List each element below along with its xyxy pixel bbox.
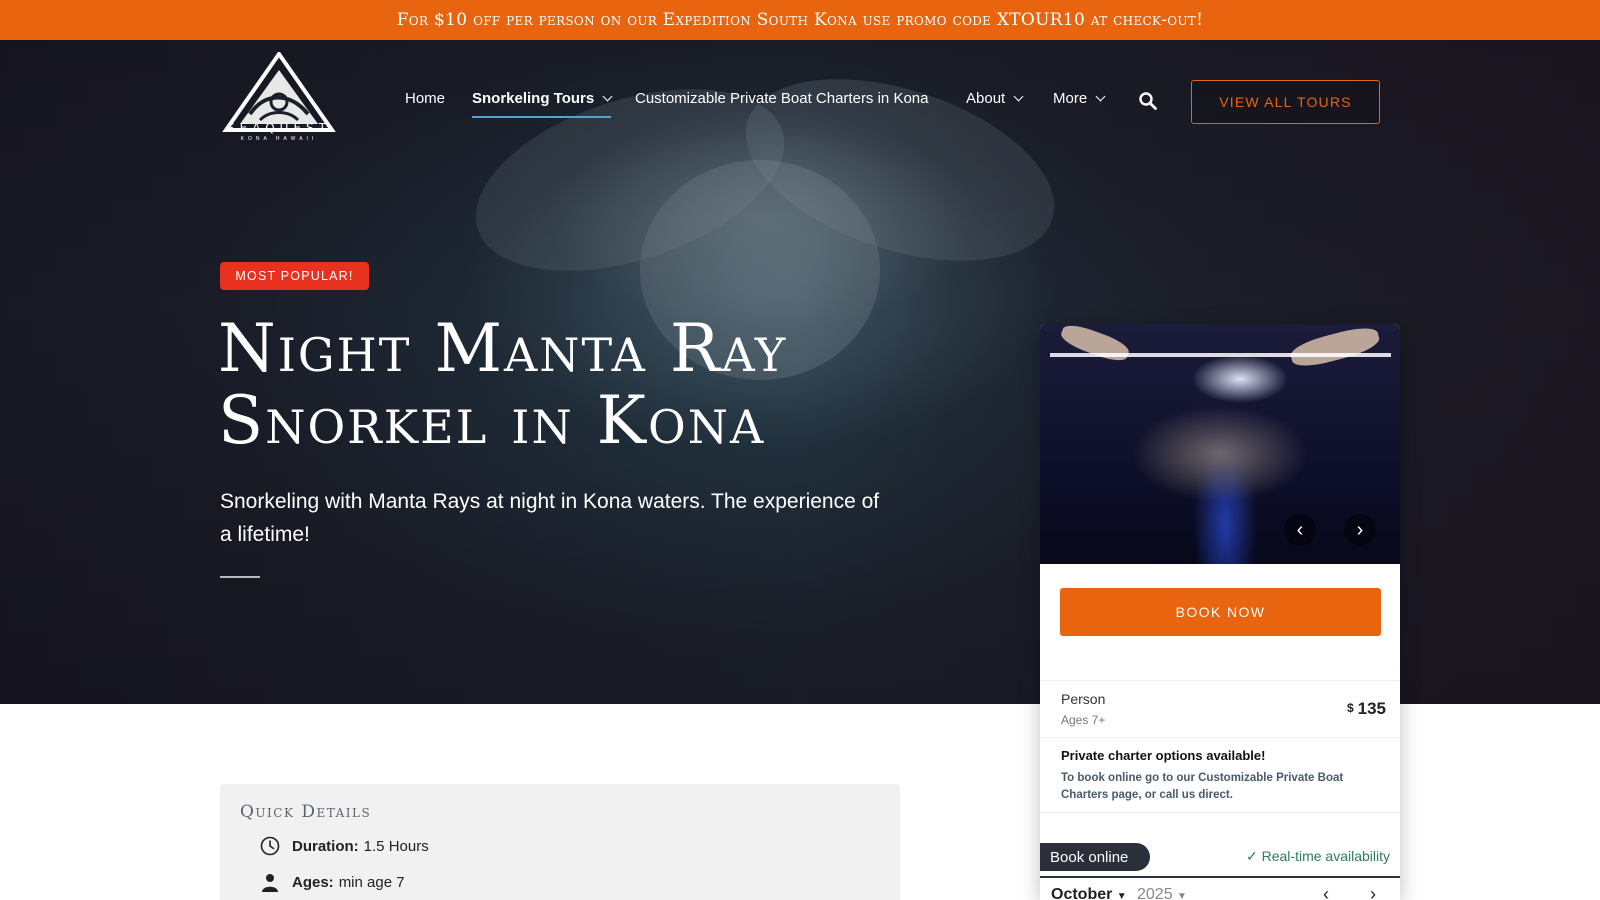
most-popular-badge: MOST POPULAR!	[220, 262, 369, 290]
hero-subtitle: Snorkeling with Manta Rays at night in K…	[220, 490, 880, 546]
charter-note: To book online go to our Customizable Pr…	[1061, 772, 1344, 801]
ages-value: min age 7	[338, 873, 405, 891]
nav-more-label: More	[1053, 90, 1088, 107]
snorkeler-hand-image	[1058, 324, 1132, 366]
quick-details-title: Quick Details	[240, 802, 372, 822]
chevron-down-icon	[1013, 91, 1024, 102]
price-value: $135	[1347, 699, 1386, 719]
price-currency: $	[1346, 701, 1354, 715]
search-icon[interactable]	[1139, 92, 1157, 110]
price-ages: Ages 7+	[1061, 713, 1106, 727]
calendar-year-label: 2025	[1137, 886, 1173, 900]
checkmark-icon: ✓	[1245, 848, 1258, 864]
caret-down-icon: ▼	[1116, 891, 1127, 900]
calendar-divider	[1040, 876, 1400, 878]
realtime-availability: ✓ Real-time availability	[1246, 848, 1390, 865]
duration-row: Duration: 1.5 Hours	[260, 836, 429, 856]
nav-snorkeling-tours[interactable]: Snorkeling Tours	[472, 90, 613, 107]
nav-about-label: About	[966, 90, 1006, 107]
page-title: Night Manta Ray Snorkel in Kona	[218, 313, 998, 457]
snorkeler-hand-image	[1288, 324, 1382, 372]
book-now-button[interactable]: BOOK NOW	[1060, 588, 1381, 636]
price-label: Person	[1061, 691, 1106, 707]
calendar-year-select[interactable]: 2025 ▼	[1137, 886, 1187, 900]
duration-label: Duration:	[292, 837, 359, 855]
tour-image-slider[interactable]: ‹ ›	[1040, 324, 1400, 564]
nav-home[interactable]: Home	[405, 90, 445, 107]
slider-progress-bar	[1050, 353, 1391, 357]
duration-value: 1.5 Hours	[363, 837, 429, 855]
chevron-down-icon	[602, 91, 613, 102]
calendar-month-select[interactable]: October ▼	[1051, 886, 1127, 900]
divider	[1040, 812, 1400, 813]
brand-name: SEAQUEST	[227, 121, 331, 135]
page-title-line-1: Night Manta Ray	[218, 310, 788, 387]
nav-private-charters-label: Customizable Private Boat Charters in Ko…	[635, 90, 929, 107]
promo-banner: For $10 off per person on our Expedition…	[0, 0, 1600, 40]
calendar-prev-month-icon[interactable]: ‹	[1323, 884, 1329, 900]
chevron-down-icon	[1095, 91, 1106, 102]
page-title-line-2: Snorkel in Kona	[218, 382, 766, 459]
quick-details-panel: Quick Details Duration: 1.5 Hours Ages: …	[220, 784, 900, 900]
price-row: Person Ages 7+ $135	[1040, 680, 1400, 738]
calendar-month-label: October	[1051, 886, 1113, 900]
ages-row: Ages: min age 7	[260, 872, 405, 892]
caret-down-icon: ▼	[1177, 891, 1187, 900]
person-icon	[262, 874, 278, 892]
charter-title: Private charter options available!	[1061, 748, 1266, 763]
calendar-next-month-icon[interactable]: ›	[1370, 884, 1376, 900]
nav-more[interactable]: More	[1053, 90, 1106, 107]
nav-about[interactable]: About	[966, 90, 1024, 107]
realtime-label: Real-time availability	[1261, 848, 1390, 864]
nav-snorkeling-tours-label: Snorkeling Tours	[472, 90, 595, 107]
nav-home-label: Home	[405, 90, 446, 107]
slider-prev-button[interactable]: ‹	[1284, 514, 1316, 546]
hero-divider	[220, 576, 260, 578]
slider-next-button[interactable]: ›	[1344, 514, 1376, 546]
ages-label: Ages:	[292, 873, 334, 891]
view-all-tours-button[interactable]: VIEW ALL TOURS	[1191, 80, 1380, 124]
booking-widget: ‹ › BOOK NOW Person Ages 7+ $135 Private…	[1040, 324, 1400, 900]
book-online-tab: Book online	[1040, 843, 1150, 871]
clock-icon	[260, 836, 280, 856]
nav-active-indicator	[472, 116, 611, 118]
nav-private-charters[interactable]: Customizable Private Boat Charters in Ko…	[635, 90, 928, 107]
promo-text: For $10 off per person on our Expedition…	[396, 10, 1204, 30]
price-amount: 135	[1357, 699, 1386, 718]
brand-tagline: KONA HAWAII	[240, 136, 318, 142]
